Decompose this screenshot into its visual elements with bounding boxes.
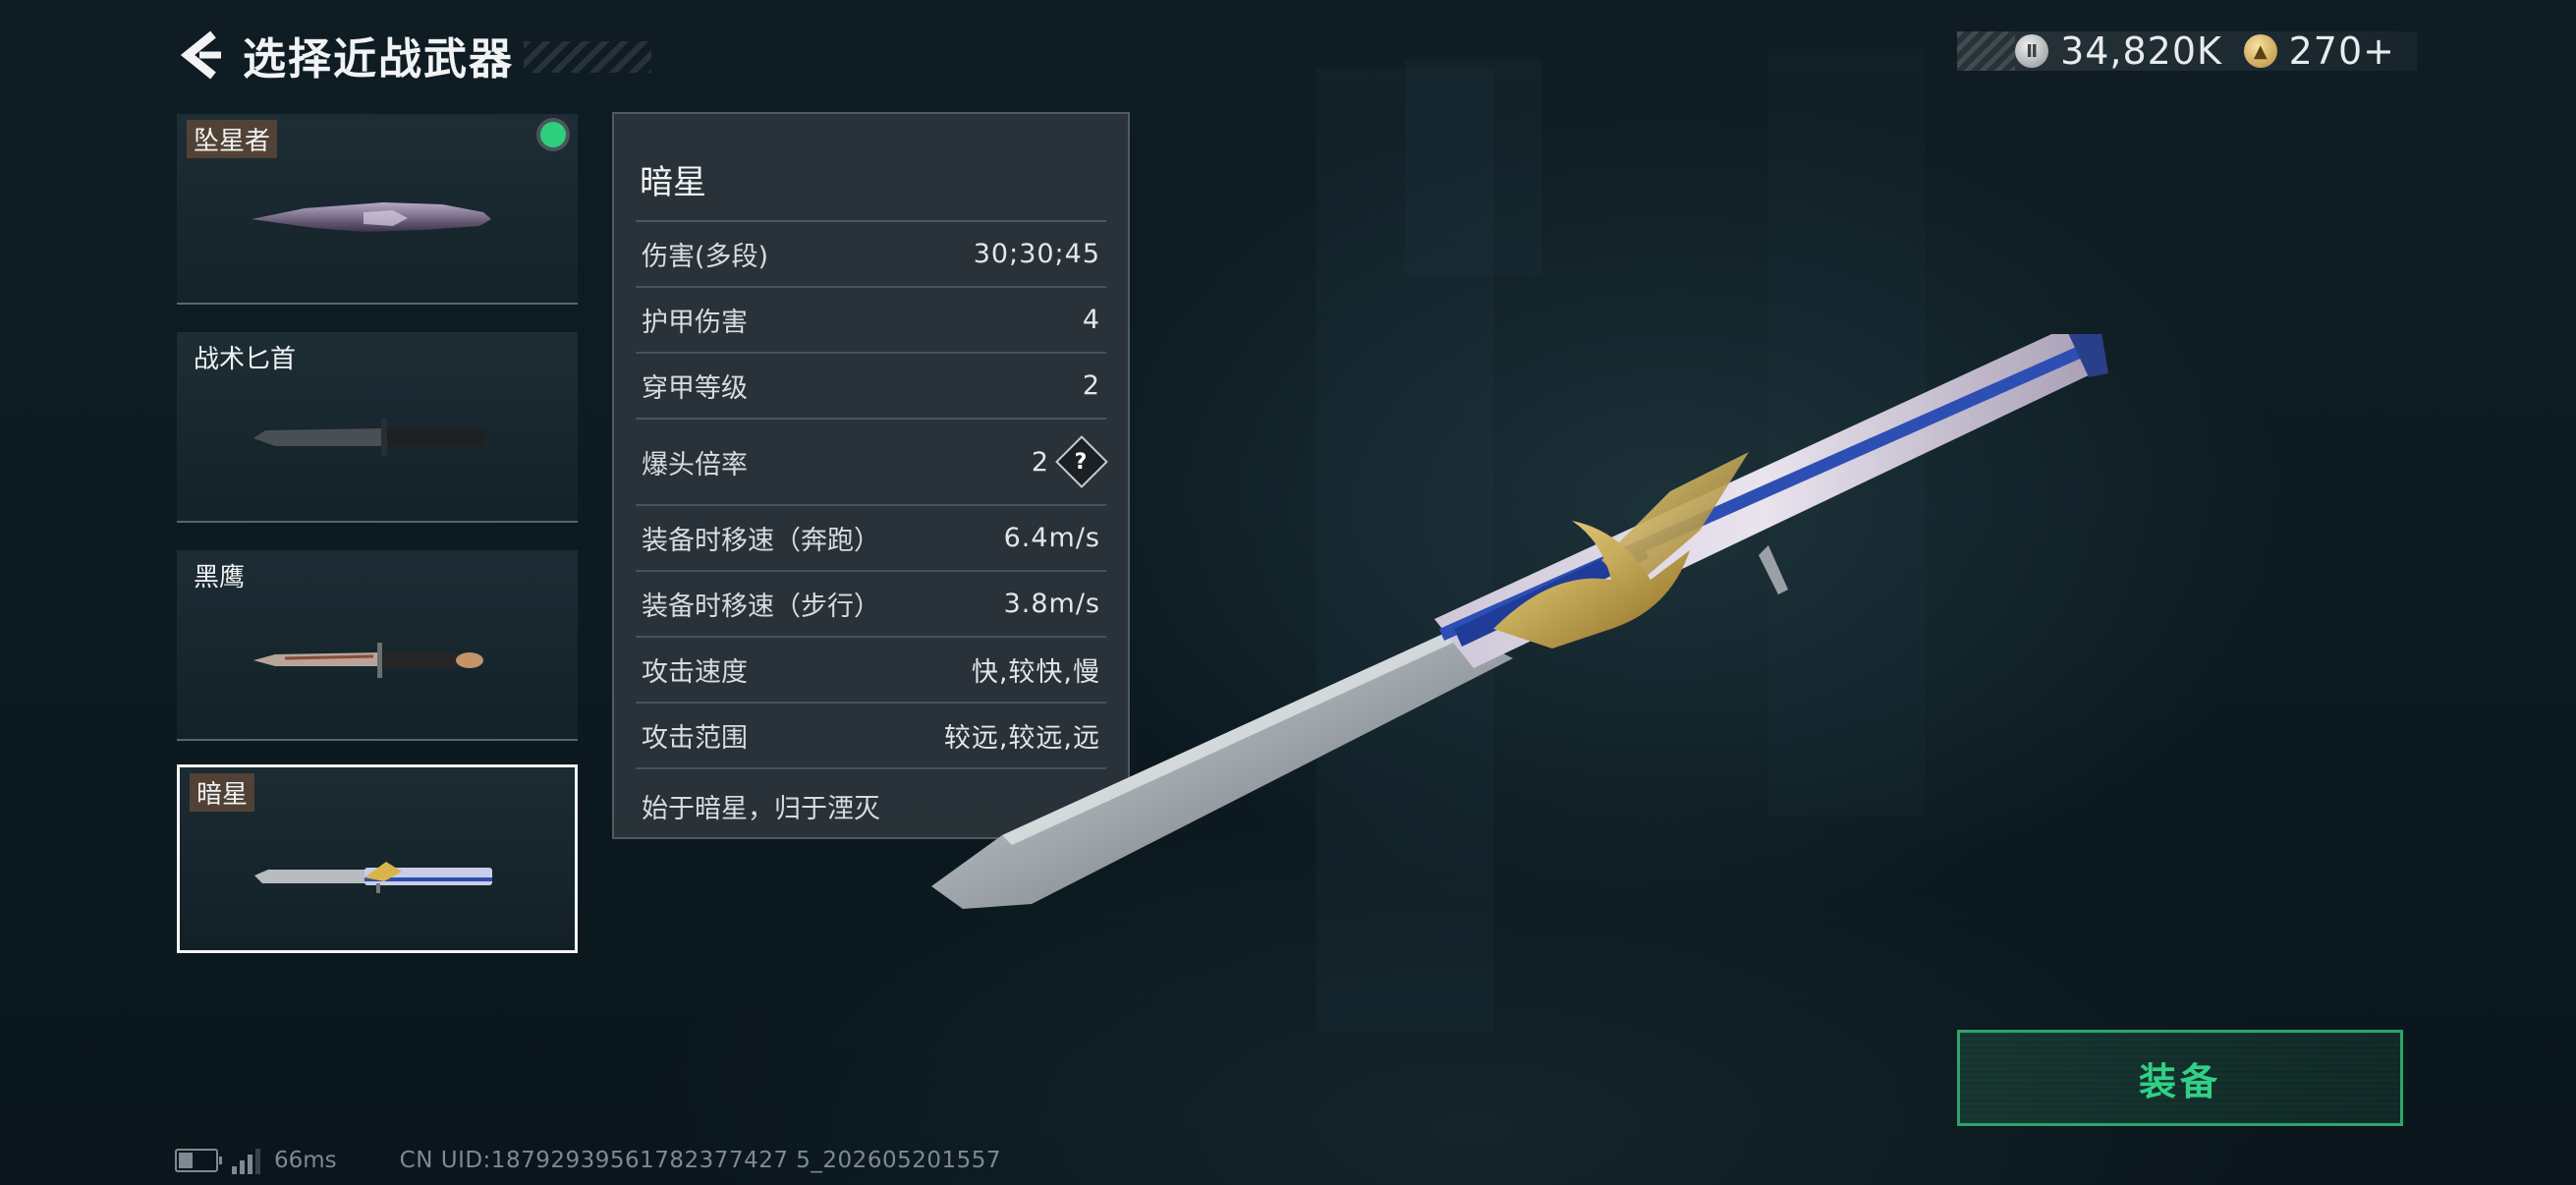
weapon-card-dark-star[interactable]: 暗星 [177,764,578,953]
knife-thumbnail-tactical-dagger [253,419,485,456]
ping-value: 66ms [274,1148,337,1173]
page-title: 选择近战武器 [243,34,514,85]
battery-icon [175,1149,222,1172]
title-decoration [524,41,651,73]
weapon-list: 坠星者 战术匕首 黑鹰 暗星 [177,114,578,981]
weapon-stats-title: 暗星 [640,163,706,202]
stat-label: 攻击速度 [642,657,748,688]
weapon-name: 战术匕首 [194,345,297,374]
weapon-preview-image [931,334,2108,909]
user-uid: CN UID:18792939561782377427 5_2026052015… [399,1148,1002,1173]
silver-coin-icon: Ⅱ [2015,34,2049,68]
page-header: 选择近战武器 [172,24,651,86]
weapon-name: 暗星 [190,773,255,812]
stat-value: 30;30;45 [973,239,1100,269]
stat-label: 攻击范围 [642,723,748,754]
back-button[interactable] [172,24,229,86]
silver-currency-value: 34,820K [2060,29,2222,73]
stat-label: 爆头倍率 [642,449,748,480]
signal-strength-icon [232,1147,260,1174]
knife-thumbnail-dark-star [254,862,492,893]
equip-button[interactable]: 装备 [1957,1030,2403,1126]
currency-bar: Ⅱ 34,820K ▲ 270+ [1957,29,2417,73]
stat-label: 装备时移速（步行） [642,592,880,622]
stat-label: 伤害(多段) [642,242,769,272]
stat-label: 装备时移速（奔跑） [642,526,880,556]
equip-button-label: 装备 [2138,1059,2221,1103]
back-arrow-icon [180,30,221,80]
knife-thumbnail-starfall [252,202,491,232]
stat-value: 4 [1082,305,1100,335]
weapon-name: 坠星者 [187,120,278,158]
background-panel [1405,59,1542,275]
knife-thumbnail-black-eagle [253,643,483,678]
gold-triangle-coin-icon: ▲ [2243,34,2277,68]
weapon-name: 黑鹰 [194,563,246,592]
weapon-card-starfall[interactable]: 坠星者 [177,114,578,305]
currency-decoration [1957,31,2016,71]
stat-label: 穿甲等级 [642,373,748,404]
stat-row-damage: 伤害(多段) 30;30;45 [636,222,1106,288]
gold-currency-value: 270+ [2288,29,2395,73]
weapon-card-tactical-dagger[interactable]: 战术匕首 [177,332,578,523]
status-footer: 66ms CN UID:18792939561782377427 5_20260… [175,1144,1001,1177]
weapon-card-black-eagle[interactable]: 黑鹰 [177,550,578,741]
stat-label: 护甲伤害 [642,308,748,338]
equipped-indicator-icon [540,122,566,147]
